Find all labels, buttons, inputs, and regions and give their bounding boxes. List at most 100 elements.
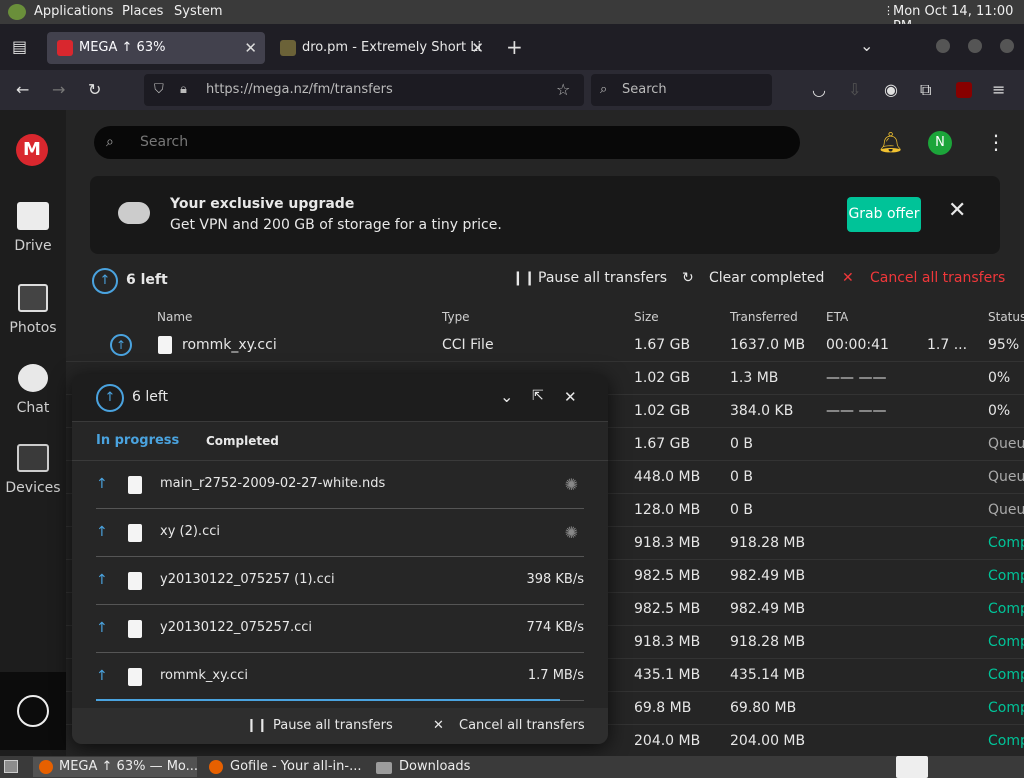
photo-icon bbox=[18, 284, 48, 312]
row-filename: rommk_xy.cci bbox=[182, 337, 277, 353]
row-eta: 00:00:41 bbox=[826, 337, 889, 353]
task-gofile[interactable]: Gofile - Your all-in-... bbox=[203, 757, 367, 777]
back-icon[interactable]: ← bbox=[16, 82, 29, 98]
search-placeholder: Search bbox=[622, 82, 667, 97]
spinner-icon: ✺ bbox=[564, 475, 578, 494]
popup-footer: ❙❙ Pause all transfers ✕ Cancel all tran… bbox=[72, 708, 608, 744]
shield-icon[interactable]: ⛉ bbox=[154, 74, 164, 106]
list-item[interactable]: ↑ rommk_xy.cci 1.7 MB/s bbox=[96, 653, 584, 701]
expand-icon[interactable]: ⇱ bbox=[532, 388, 544, 404]
minimize-window-icon[interactable] bbox=[936, 39, 950, 53]
row-transferred: 0 B bbox=[730, 502, 753, 518]
pause-all-button[interactable]: Pause all transfers bbox=[538, 270, 667, 286]
upload-arrow-icon: ↑ bbox=[96, 668, 108, 684]
close-tab-icon[interactable]: ✕ bbox=[244, 32, 257, 64]
sidebar-item-chat[interactable]: Chat bbox=[0, 364, 66, 416]
pocket-icon[interactable]: ◡ bbox=[812, 82, 826, 98]
search-placeholder: Search bbox=[140, 134, 189, 150]
col-transferred[interactable]: Transferred bbox=[730, 310, 798, 324]
grab-offer-button[interactable]: Grab offer bbox=[847, 197, 921, 232]
workspace-switcher-icon[interactable] bbox=[896, 756, 928, 778]
row-transferred: 982.49 MB bbox=[730, 568, 806, 584]
bookmark-star-icon[interactable]: ☆ bbox=[556, 74, 570, 106]
popup-pause-all-button[interactable]: Pause all transfers bbox=[273, 718, 393, 733]
row-size: 69.8 MB bbox=[634, 700, 692, 716]
tab-in-progress[interactable]: In progress bbox=[96, 433, 179, 448]
col-type[interactable]: Type bbox=[442, 310, 470, 324]
clear-completed-button[interactable]: Clear completed bbox=[709, 270, 824, 286]
url-bar[interactable]: ⛉ 🔒︎ https://mega.nz/fm/transfers ☆ bbox=[144, 74, 584, 106]
file-icon bbox=[128, 524, 142, 542]
mega-search-input[interactable]: ⌕ Search bbox=[94, 126, 800, 159]
refresh-icon[interactable]: ↻ bbox=[682, 270, 694, 286]
list-item[interactable]: ↑ y20130122_075257 (1).cci 398 KB/s bbox=[96, 557, 584, 605]
distro-logo-icon[interactable] bbox=[8, 4, 26, 20]
sync-icon[interactable] bbox=[17, 695, 49, 727]
close-popup-icon[interactable]: ✕ bbox=[564, 388, 577, 406]
search-icon: ⌕ bbox=[106, 134, 114, 150]
url-text[interactable]: https://mega.nz/fm/transfers bbox=[206, 74, 393, 106]
upload-arrow-icon: ↑ bbox=[96, 572, 108, 588]
web-search-box[interactable]: ⌕ Search bbox=[591, 74, 772, 106]
show-desktop-icon[interactable] bbox=[4, 760, 18, 773]
row-status: Comp bbox=[988, 601, 1024, 617]
account-icon[interactable]: ◉ bbox=[884, 82, 898, 98]
hamburger-menu-icon[interactable]: ≡ bbox=[992, 82, 1005, 98]
col-size[interactable]: Size bbox=[634, 310, 659, 324]
avatar[interactable]: N bbox=[928, 131, 952, 155]
list-item[interactable]: ↑ y20130122_075257.cci 774 KB/s bbox=[96, 605, 584, 653]
menu-applications[interactable]: Applications bbox=[34, 4, 113, 19]
pause-icon[interactable]: ❙❙ bbox=[246, 718, 268, 733]
upload-arrow-icon: ↑ bbox=[92, 268, 118, 294]
list-tabs-chevron-icon[interactable]: ⌄ bbox=[860, 38, 873, 54]
tab-mega[interactable]: MEGA ↑ 63% ✕ bbox=[47, 32, 265, 64]
transfers-left: 6 left bbox=[126, 272, 168, 288]
menu-places[interactable]: Places bbox=[122, 4, 163, 19]
downloads-icon[interactable]: ⇩ bbox=[848, 82, 861, 98]
row-status: Comp bbox=[988, 667, 1024, 683]
sidebar-item-devices[interactable]: Devices bbox=[0, 444, 66, 496]
close-tab-icon[interactable]: ✕ bbox=[471, 32, 484, 64]
item-speed: 398 KB/s bbox=[526, 572, 584, 587]
item-filename: xy (2).cci bbox=[160, 524, 220, 539]
row-status: 95% bbox=[988, 337, 1020, 353]
close-window-icon[interactable] bbox=[1000, 39, 1014, 53]
list-item[interactable]: ↑ main_r2752-2009-02-27-white.nds ✺ bbox=[96, 461, 584, 509]
row-transferred: 1.3 MB bbox=[730, 370, 779, 386]
row-eta: —— —— bbox=[826, 370, 887, 386]
lock-icon[interactable]: 🔒︎ bbox=[180, 74, 187, 106]
new-tab-icon[interactable]: + bbox=[506, 37, 523, 57]
extensions-icon[interactable]: ⧉ bbox=[920, 82, 931, 98]
spinner-icon: ✺ bbox=[564, 523, 578, 542]
sidebar-item-drive[interactable]: Drive bbox=[0, 202, 66, 254]
menu-system[interactable]: System bbox=[174, 4, 222, 19]
col-status[interactable]: Status bbox=[988, 310, 1024, 324]
cancel-x-icon[interactable]: ✕ bbox=[433, 718, 444, 733]
sidebar-label: Drive bbox=[14, 238, 52, 254]
tab-completed[interactable]: Completed bbox=[206, 434, 279, 448]
sidebar-item-photos[interactable]: Photos bbox=[0, 284, 66, 336]
popup-cancel-all-button[interactable]: Cancel all transfers bbox=[459, 718, 585, 733]
ublock-icon[interactable] bbox=[956, 82, 972, 98]
task-mega[interactable]: MEGA ↑ 63% — Mo... bbox=[33, 757, 197, 777]
col-eta[interactable]: ETA bbox=[826, 310, 848, 324]
pause-icon[interactable]: ❙❙ bbox=[512, 270, 535, 286]
row-status: Queu bbox=[988, 436, 1024, 452]
file-icon bbox=[158, 336, 172, 354]
reload-icon[interactable]: ↻ bbox=[88, 82, 101, 98]
cancel-all-button[interactable]: Cancel all transfers bbox=[870, 270, 1005, 286]
task-downloads[interactable]: Downloads bbox=[372, 757, 536, 777]
maximize-window-icon[interactable] bbox=[968, 39, 982, 53]
tab-dropm[interactable]: dro.pm - Extremely Short Li ✕ bbox=[270, 32, 492, 64]
mega-logo-icon[interactable]: M bbox=[16, 134, 48, 166]
close-promo-icon[interactable]: ✕ bbox=[948, 198, 966, 223]
list-item[interactable]: ↑ xy (2).cci ✺ bbox=[96, 509, 584, 557]
more-menu-icon[interactable]: ⋮ bbox=[986, 130, 1006, 154]
collapse-chevron-icon[interactable]: ⌄ bbox=[500, 387, 513, 406]
bell-icon[interactable]: 🔔︎ bbox=[878, 130, 903, 154]
table-row[interactable]: ↑ rommk_xy.cci CCI File 1.67 GB 1637.0 MB 00:… bbox=[66, 329, 1024, 362]
col-name[interactable]: Name bbox=[157, 310, 192, 324]
forward-icon[interactable]: → bbox=[52, 82, 65, 98]
tab-overview-icon[interactable]: ▤ bbox=[12, 39, 27, 55]
cancel-x-icon[interactable]: ✕ bbox=[842, 270, 854, 286]
